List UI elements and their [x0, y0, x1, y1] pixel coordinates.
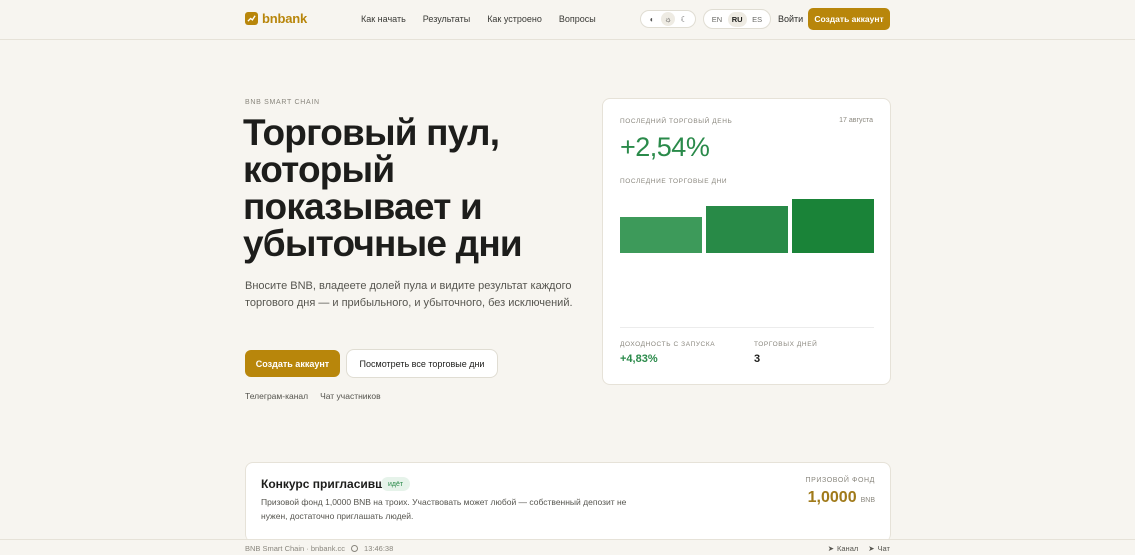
hero-links: Телеграм-канал Чат участников	[245, 391, 381, 401]
recent-days-bar-chart	[620, 189, 874, 253]
telegram-icon: ➤	[827, 544, 835, 553]
nav-item-faq[interactable]: Вопросы	[559, 14, 596, 24]
main-nav: Как начать Результаты Как устроено Вопро…	[361, 14, 596, 24]
prize-fund-value: 1,0000	[807, 489, 857, 506]
auto-theme-icon[interactable]: ◐	[645, 12, 659, 26]
sun-icon[interactable]: ☼	[661, 12, 675, 26]
telegram-channel-link[interactable]: Телеграм-канал	[245, 391, 308, 401]
members-chat-link[interactable]: Чат участников	[320, 391, 381, 401]
last-trading-day-card: ПОСЛЕДНИЙ ТОРГОВЫЙ ДЕНЬ 17 августа +2,54…	[602, 98, 891, 385]
day-bar[interactable]	[792, 199, 874, 253]
logo[interactable]: bnbank	[245, 11, 307, 26]
nav-item-how-to-start[interactable]: Как начать	[361, 14, 406, 24]
theme-toggle: ◐ ☼ ☾	[640, 10, 696, 28]
lang-es[interactable]: ES	[748, 12, 766, 27]
contest-description: Призовой фонд 1,0000 BNB на троих. Участ…	[261, 497, 627, 521]
create-account-button[interactable]: Создать аккаунт	[808, 8, 890, 30]
clock-icon	[351, 545, 359, 552]
prize-fund-label: ПРИЗОВОЙ ФОНД	[805, 477, 875, 484]
nav-item-how-it-works[interactable]: Как устроено	[487, 14, 542, 24]
card-divider	[620, 327, 874, 328]
hero-create-account-button[interactable]: Создать аккаунт	[245, 350, 340, 377]
status-badge: идёт	[381, 477, 411, 491]
lang-en[interactable]: EN	[708, 12, 726, 27]
recent-days-label: ПОСЛЕДНИЕ ТОРГОВЫЕ ДНИ	[620, 178, 728, 185]
nav-item-results[interactable]: Результаты	[423, 14, 470, 24]
footer-chat-link[interactable]: ➤ Чат	[868, 544, 890, 553]
lang-ru[interactable]: RU	[727, 11, 747, 27]
hero-description: Вносите BNB, владеете долей пула и видит…	[245, 280, 573, 309]
language-switcher: EN RU ES	[703, 9, 771, 29]
footer: BNB Smart Chain · bnbank.cc 13:46:38 ➤ Ка…	[0, 539, 1135, 555]
yield-since-launch-value: +4,83%	[620, 353, 658, 365]
last-day-percent: +2,54%	[620, 132, 710, 162]
day-bar[interactable]	[706, 206, 788, 253]
footer-site: BNB Smart Chain · bnbank.cc	[245, 544, 346, 553]
telegram-icon: ➤	[868, 544, 875, 553]
contest-title: Конкурс пригласивших	[261, 477, 400, 491]
login-link[interactable]: Войти	[778, 14, 803, 24]
prize-fund-unit: BNB	[860, 497, 875, 504]
card-date: 17 августа	[839, 117, 873, 124]
card-label: ПОСЛЕДНИЙ ТОРГОВЫЙ ДЕНЬ	[620, 118, 733, 125]
footer-info: BNB Smart Chain · bnbank.cc 13:46:38	[245, 544, 393, 553]
view-all-days-button[interactable]: Посмотреть все торговые дни	[346, 349, 498, 378]
prize-fund: 1,0000 BNB	[808, 489, 875, 507]
footer-channel-link[interactable]: ➤ Канал	[828, 544, 859, 553]
moon-icon[interactable]: ☾	[677, 12, 691, 26]
yield-since-launch-label: ДОХОДНОСТЬ С ЗАПУСКА	[620, 341, 716, 348]
referral-contest-card: Конкурс пригласивших идёт Призовой фонд …	[245, 462, 891, 542]
trading-days-label: ТОРГОВЫХ ДНЕЙ	[754, 341, 818, 348]
footer-time: 13:46:38	[364, 544, 394, 553]
logo-chart-icon	[245, 12, 258, 25]
top-header: bnbank Как начать Результаты Как устроен…	[0, 0, 1135, 40]
day-bar[interactable]	[620, 217, 702, 253]
hero-eyebrow: BNB SMART CHAIN	[245, 99, 320, 106]
logo-text: bnbank	[262, 11, 308, 26]
footer-links: ➤ Канал ➤ Чат	[828, 544, 890, 553]
hero-title: Торговый пул, который показывает и убыто…	[243, 112, 523, 264]
trading-days-value: 3	[754, 353, 761, 365]
